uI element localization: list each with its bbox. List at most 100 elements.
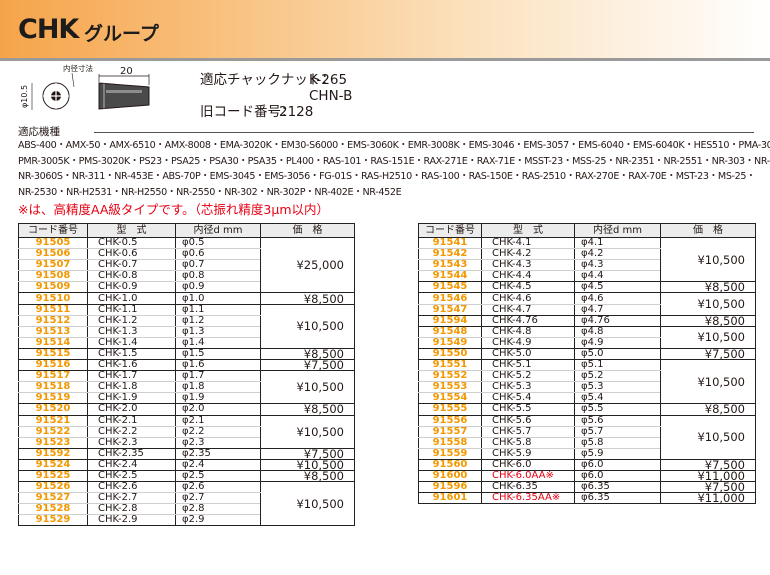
model-name: CHK-1.4 <box>87 336 176 349</box>
product-code: 91559 <box>418 447 482 460</box>
inner-diameter: φ0.7 <box>175 259 261 272</box>
model-name: CHK-0.7 <box>87 259 176 272</box>
product-code: 91556 <box>418 414 482 427</box>
model-name: CHK-2.3 <box>87 436 176 449</box>
product-code: 91514 <box>18 336 88 349</box>
table-row: 91526 CHK-2.6 φ2.6 ¥10,500 <box>18 481 355 527</box>
inner-diameter: φ5.6 <box>574 414 661 427</box>
col-price: 価 格 <box>660 223 756 238</box>
inner-dia-label: 内径寸法 <box>63 63 93 73</box>
table-row: 91541 CHK-4.1 φ4.1 ¥10,500 <box>418 236 756 283</box>
inner-diameter: φ6.35 <box>574 492 661 505</box>
model-name: CHK-0.9 <box>87 281 176 294</box>
price-cell: ¥8,500 <box>660 281 756 294</box>
inner-diameter: φ2.6 <box>175 481 261 494</box>
table-row: 91524 CHK-2.4 φ2.4 ¥10,500 <box>18 458 355 471</box>
length-label: 20 <box>120 66 133 77</box>
price-cell: ¥8,500 <box>260 292 355 305</box>
model-name: CHK-2.1 <box>87 414 176 427</box>
machines-line-1: ABS-400・AMX-50・AMX-6510・AMX-8008・EMA-302… <box>18 140 770 151</box>
model-name: CHK-0.8 <box>87 270 176 283</box>
inner-diameter: φ1.6 <box>175 359 261 372</box>
model-name: CHK-1.5 <box>87 347 176 361</box>
price-cell: ¥10,500 <box>660 414 756 460</box>
inner-diameter: φ2.4 <box>175 458 261 471</box>
inner-diameter: φ4.1 <box>574 236 661 250</box>
col-code: コード番号 <box>418 223 482 238</box>
product-code: 91557 <box>418 425 482 438</box>
model-name: CHK-5.6 <box>481 414 575 427</box>
price-table-right: コード番号 型 式 内径d mm 価 格 91541 CHK-4.1 φ4.1 ¥10… <box>418 223 756 505</box>
header-rule <box>0 58 770 61</box>
inner-diameter: φ1.5 <box>175 347 261 361</box>
price-cell: ¥8,500 <box>260 469 355 483</box>
product-code: 91543 <box>418 259 482 272</box>
product-code: 91546 <box>418 292 482 305</box>
right-table-body: 91541 CHK-4.1 φ4.1 ¥10,500 91542 CHK-4.2 φ4.2 9… <box>418 236 756 505</box>
product-code: 91509 <box>18 281 88 294</box>
product-code: 91600 <box>418 469 482 483</box>
model-name: CHK-2.6 <box>87 481 176 494</box>
table-row: 91555 CHK-5.5 φ5.5 ¥8,500 <box>418 403 756 416</box>
table-row: 91551 CHK-5.1 φ5.1 ¥10,500 <box>418 359 756 405</box>
inner-diameter: φ4.76 <box>574 314 661 327</box>
model-name: CHK-6.35AA※ <box>481 492 575 505</box>
model-name: CHK-2.9 <box>87 514 176 527</box>
table-row: 91601 CHK-6.35AA※ φ6.35 ¥11,000 <box>418 492 756 505</box>
price-cell: ¥25,000 <box>260 236 355 294</box>
model-name: CHK-4.1 <box>481 236 575 250</box>
product-code: 91516 <box>18 359 88 372</box>
model-name: CHK-4.3 <box>481 259 575 272</box>
product-code: 91548 <box>418 325 482 338</box>
product-code: 91528 <box>18 503 88 516</box>
price-cell: ¥10,500 <box>260 481 355 527</box>
model-name: CHK-6.0AA※ <box>481 469 575 483</box>
product-code: 91551 <box>418 359 482 372</box>
model-name: CHK-5.5 <box>481 403 575 416</box>
inner-diameter: φ2.7 <box>175 492 261 505</box>
table-row: 91517 CHK-1.7 φ1.7 ¥10,500 <box>18 370 355 405</box>
price-cell: ¥8,500 <box>260 403 355 416</box>
machines-rule <box>94 132 754 133</box>
table-row: 91594 CHK-4.76 φ4.76 ¥8,500 <box>418 314 756 327</box>
price-cell: ¥10,500 <box>260 458 355 471</box>
model-name: CHK-1.0 <box>87 292 176 305</box>
price-cell: ¥7,500 <box>260 447 355 460</box>
inner-diameter: φ5.9 <box>574 447 661 460</box>
product-code: 91515 <box>18 347 88 361</box>
inner-diameter: φ6.35 <box>574 481 661 494</box>
product-code: 91507 <box>18 259 88 272</box>
model-name: CHK-5.9 <box>481 447 575 460</box>
product-code: 91518 <box>18 381 88 394</box>
product-code: 91594 <box>418 314 482 327</box>
product-code: 91553 <box>418 381 482 394</box>
price-cell: ¥7,500 <box>660 481 756 494</box>
price-cell: ¥7,500 <box>660 458 756 471</box>
model-name: CHK-2.0 <box>87 403 176 416</box>
table-row: 91592 CHK-2.35 φ2.35 ¥7,500 <box>18 447 355 460</box>
inner-diameter: φ5.8 <box>574 436 661 449</box>
model-name: CHK-1.9 <box>87 392 176 405</box>
product-code: 91513 <box>18 325 88 338</box>
price-cell: ¥11,000 <box>660 492 756 505</box>
table-row: 91511 CHK-1.1 φ1.1 ¥10,500 <box>18 303 355 349</box>
inner-diameter: φ2.2 <box>175 425 261 438</box>
inner-diameter: φ5.4 <box>574 392 661 405</box>
product-code: 91512 <box>18 314 88 327</box>
price-cell: ¥10,500 <box>660 359 756 405</box>
model-name: CHK-1.2 <box>87 314 176 327</box>
inner-diameter: φ4.2 <box>574 248 661 261</box>
product-code: 91552 <box>418 370 482 383</box>
model-name: CHK-0.5 <box>87 236 176 250</box>
inner-dia-leader <box>71 72 75 88</box>
table-row: 91521 CHK-2.1 φ2.1 ¥10,500 <box>18 414 355 449</box>
product-code: 91508 <box>18 270 88 283</box>
table-row: 91520 CHK-2.0 φ2.0 ¥8,500 <box>18 403 355 416</box>
product-code: 91517 <box>18 370 88 383</box>
product-code: 91519 <box>18 392 88 405</box>
model-name: CHK-5.1 <box>481 359 575 372</box>
model-name: CHK-4.4 <box>481 270 575 283</box>
product-code: 91511 <box>18 303 88 316</box>
outer-dia-label: φ10.5 <box>20 85 29 108</box>
table-row: 91525 CHK-2.5 φ2.5 ¥8,500 <box>18 469 355 483</box>
